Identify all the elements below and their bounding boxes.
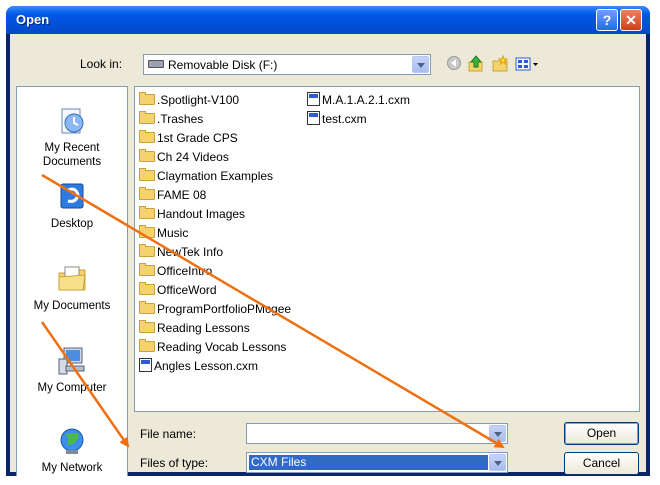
annotation-arrow <box>41 173 505 449</box>
annotation-arrow <box>40 321 130 448</box>
annotation-arrows <box>40 173 505 449</box>
